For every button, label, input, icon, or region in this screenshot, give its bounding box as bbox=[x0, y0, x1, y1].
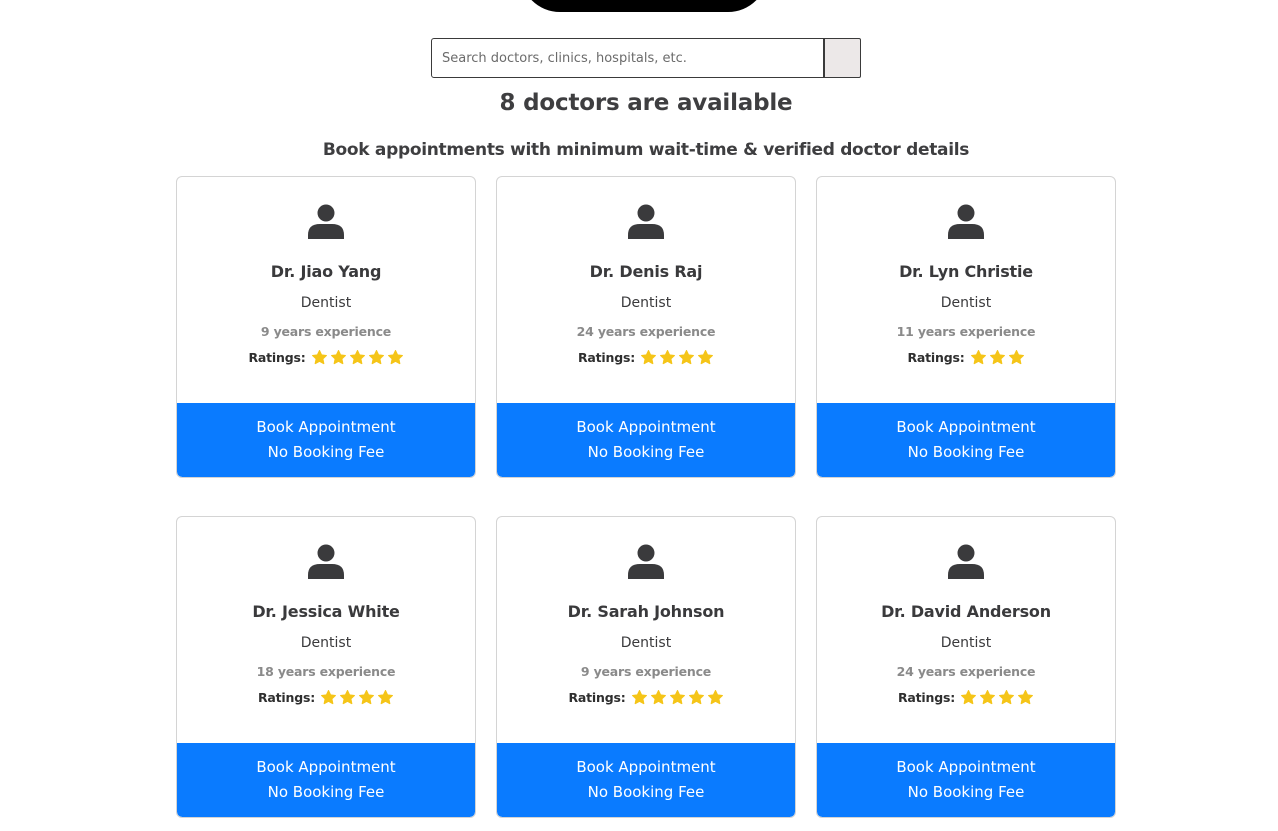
star-icon bbox=[1008, 349, 1024, 365]
doctor-name: Dr. Jiao Yang bbox=[270, 262, 382, 281]
star-icon bbox=[660, 349, 675, 365]
star-icon bbox=[368, 349, 384, 365]
star-icon bbox=[387, 349, 403, 365]
star-icon bbox=[330, 349, 346, 365]
book-appointment-button[interactable]: Book Appointment No Booking Fee bbox=[497, 743, 795, 817]
doctor-specialty: Dentist bbox=[940, 295, 992, 311]
book-button-line1: Book Appointment bbox=[896, 758, 1036, 776]
star-icon bbox=[679, 349, 694, 365]
doctor-experience: 9 years experience bbox=[580, 664, 712, 679]
ratings-row: Ratings: bbox=[177, 349, 475, 366]
book-button-line1: Book Appointment bbox=[576, 758, 716, 776]
doctor-name: Dr. Sarah Johnson bbox=[567, 602, 725, 621]
star-icon bbox=[970, 349, 986, 365]
doctor-experience: 11 years experience bbox=[896, 324, 1036, 339]
doctor-experience: 24 years experience bbox=[896, 664, 1036, 679]
page-title: 8 doctors are available bbox=[499, 90, 793, 116]
ratings-label: Ratings: bbox=[248, 350, 306, 365]
star-icon bbox=[349, 349, 365, 365]
star-icon bbox=[311, 349, 327, 365]
rating-stars bbox=[960, 689, 1034, 706]
book-button-line2: No Booking Fee bbox=[587, 443, 705, 461]
user-avatar-icon bbox=[308, 204, 344, 239]
book-button-line2: No Booking Fee bbox=[267, 443, 385, 461]
book-button-line2: No Booking Fee bbox=[907, 443, 1025, 461]
star-icon bbox=[378, 689, 393, 705]
ratings-row: Ratings: bbox=[817, 349, 1115, 366]
book-appointment-button[interactable]: Book Appointment No Booking Fee bbox=[817, 403, 1115, 477]
search-input[interactable] bbox=[431, 38, 824, 78]
star-icon bbox=[698, 349, 713, 365]
doctor-name: Dr. Lyn Christie bbox=[899, 262, 1033, 281]
doctor-card: Dr. David Anderson Dentist 24 years expe… bbox=[816, 516, 1116, 818]
book-button-line2: No Booking Fee bbox=[587, 783, 705, 801]
book-appointment-button[interactable]: Book Appointment No Booking Fee bbox=[177, 743, 475, 817]
doctor-experience: 9 years experience bbox=[260, 324, 392, 339]
doctor-name: Dr. Jessica White bbox=[252, 602, 400, 621]
rating-stars bbox=[320, 689, 394, 706]
user-avatar-icon bbox=[308, 544, 344, 579]
user-avatar-icon bbox=[628, 544, 664, 579]
book-button-line1: Book Appointment bbox=[256, 758, 396, 776]
rating-stars bbox=[970, 349, 1025, 366]
star-icon bbox=[641, 349, 656, 365]
doctor-experience: 24 years experience bbox=[576, 324, 716, 339]
star-icon bbox=[321, 689, 336, 705]
star-icon bbox=[989, 349, 1005, 365]
rating-stars bbox=[311, 349, 404, 366]
doctor-card: Dr. Jiao Yang Dentist 9 years experience… bbox=[176, 176, 476, 478]
book-button-line2: No Booking Fee bbox=[907, 783, 1025, 801]
search-button[interactable] bbox=[824, 38, 861, 78]
doctor-specialty: Dentist bbox=[300, 295, 352, 311]
doctor-specialty: Dentist bbox=[940, 635, 992, 651]
star-icon bbox=[980, 689, 995, 705]
ratings-label: Ratings: bbox=[568, 690, 626, 705]
book-appointment-button[interactable]: Book Appointment No Booking Fee bbox=[177, 403, 475, 477]
doctor-card: Dr. Jessica White Dentist 18 years exper… bbox=[176, 516, 476, 818]
page-subtitle: Book appointments with minimum wait-time… bbox=[322, 140, 970, 160]
star-icon bbox=[650, 689, 666, 705]
ratings-label: Ratings: bbox=[257, 690, 315, 705]
star-icon bbox=[340, 689, 355, 705]
doctor-card: Dr. Sarah Johnson Dentist 9 years experi… bbox=[496, 516, 796, 818]
ratings-label: Ratings: bbox=[577, 350, 635, 365]
doctor-specialty: Dentist bbox=[620, 635, 672, 651]
star-icon bbox=[688, 689, 704, 705]
ratings-label: Ratings: bbox=[907, 350, 965, 365]
doctor-experience: 18 years experience bbox=[256, 664, 396, 679]
user-avatar-icon bbox=[948, 204, 984, 239]
book-button-line1: Book Appointment bbox=[896, 418, 1036, 436]
user-avatar-icon bbox=[628, 204, 664, 239]
ratings-row: Ratings: bbox=[497, 689, 795, 706]
star-icon bbox=[669, 689, 685, 705]
doctor-card: Dr. Lyn Christie Dentist 11 years experi… bbox=[816, 176, 1116, 478]
ratings-row: Ratings: bbox=[497, 349, 795, 366]
star-icon bbox=[999, 689, 1014, 705]
star-icon bbox=[1018, 689, 1033, 705]
book-appointment-button[interactable]: Book Appointment No Booking Fee bbox=[817, 743, 1115, 817]
star-icon bbox=[707, 689, 723, 705]
rating-stars bbox=[631, 689, 724, 706]
book-button-line2: No Booking Fee bbox=[267, 783, 385, 801]
top-logo-shape bbox=[520, 0, 768, 12]
doctor-name: Dr. Denis Raj bbox=[589, 262, 703, 281]
ratings-row: Ratings: bbox=[817, 689, 1115, 706]
ratings-row: Ratings: bbox=[177, 689, 475, 706]
doctor-name: Dr. David Anderson bbox=[881, 602, 1051, 621]
doctor-card: Dr. Denis Raj Dentist 24 years experienc… bbox=[496, 176, 796, 478]
star-icon bbox=[961, 689, 976, 705]
rating-stars bbox=[640, 349, 714, 366]
doctor-specialty: Dentist bbox=[620, 295, 672, 311]
book-button-line1: Book Appointment bbox=[576, 418, 716, 436]
book-button-line1: Book Appointment bbox=[256, 418, 396, 436]
search-bar bbox=[431, 38, 861, 78]
doctor-specialty: Dentist bbox=[300, 635, 352, 651]
star-icon bbox=[359, 689, 374, 705]
book-appointment-button[interactable]: Book Appointment No Booking Fee bbox=[497, 403, 795, 477]
ratings-label: Ratings: bbox=[897, 690, 955, 705]
star-icon bbox=[631, 689, 647, 705]
user-avatar-icon bbox=[948, 544, 984, 579]
